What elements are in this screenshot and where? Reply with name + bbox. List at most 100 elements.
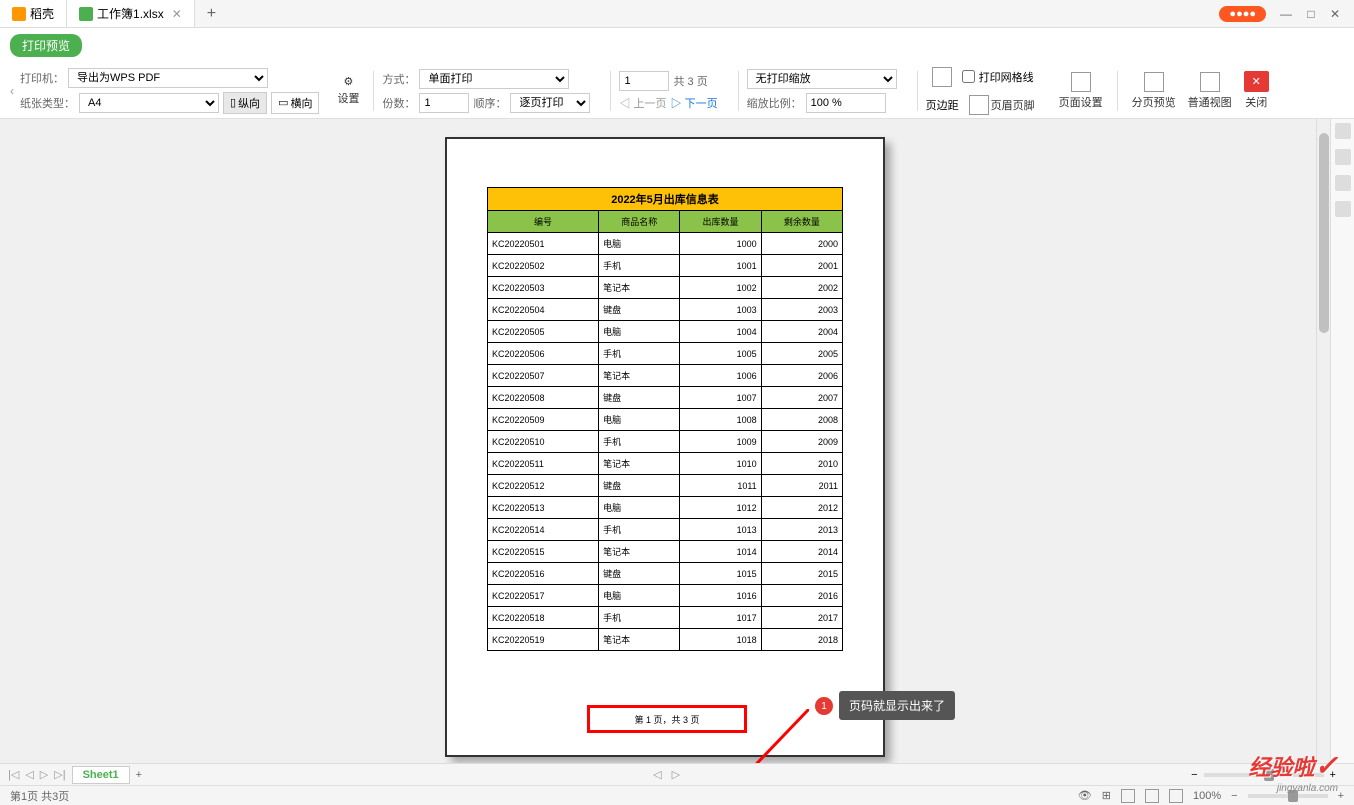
table-row: KC20220502手机10012001 <box>488 255 843 277</box>
close-preview-button[interactable]: ✕ 关闭 <box>1238 69 1275 112</box>
tabs-bar: 稻壳 工作簿1.xlsx ✕ + ●●●● — □ ✕ <box>0 0 1354 28</box>
maximize-icon[interactable]: □ <box>1301 7 1320 21</box>
view-mode-icon[interactable] <box>1121 789 1135 803</box>
zoom-out-button[interactable]: − <box>1191 769 1197 781</box>
settings-button[interactable]: ⚙ 设置 <box>331 73 365 108</box>
preview-mode-row: 打印预览 <box>0 28 1354 63</box>
normal-view-button[interactable]: 普通视图 <box>1182 70 1238 112</box>
page-break-icon <box>1144 72 1164 92</box>
page-setup-icon <box>1071 72 1091 92</box>
ratio-label: 缩放比例： <box>747 95 802 111</box>
sheet-nav-first[interactable]: |◁ <box>8 768 19 781</box>
user-badge[interactable]: ●●●● <box>1219 6 1266 22</box>
workspace: 2022年5月出库信息表 编号 商品名称 出库数量 剩余数量 KC2022050… <box>0 119 1354 763</box>
sheet-nav-prev[interactable]: ◁ <box>25 768 33 781</box>
table-row: KC20220507笔记本10062006 <box>488 365 843 387</box>
table-row: KC20220503笔记本10022002 <box>488 277 843 299</box>
watermark: 经验啦✓ <box>1249 749 1338 782</box>
table-row: KC20220518手机10172017 <box>488 607 843 629</box>
prev-page-button[interactable]: ◁ 上一页 <box>619 95 666 111</box>
minimize-icon[interactable]: — <box>1274 7 1298 21</box>
sidebar-tool-icon[interactable] <box>1335 149 1351 165</box>
sheet-tabs-bar: |◁ ◁ ▷ ▷| Sheet1 + ◁ ▷ − + <box>0 763 1354 785</box>
table-row: KC20220508键盘10072007 <box>488 387 843 409</box>
table-row: KC20220506手机10052005 <box>488 343 843 365</box>
order-select[interactable]: 逐页打印 <box>510 93 590 113</box>
view-mode-icon[interactable] <box>1169 789 1183 803</box>
tab-workbook[interactable]: 工作簿1.xlsx ✕ <box>67 0 195 27</box>
table-row: KC20220516键盘10152015 <box>488 563 843 585</box>
tab-daoke[interactable]: 稻壳 <box>0 0 67 27</box>
right-sidebar <box>1330 119 1354 763</box>
hscroll-left[interactable]: ◁ <box>649 768 665 781</box>
sidebar-tool-icon[interactable] <box>1335 201 1351 217</box>
view-mode-icon[interactable] <box>1145 789 1159 803</box>
data-table: 2022年5月出库信息表 编号 商品名称 出库数量 剩余数量 KC2022050… <box>487 187 843 651</box>
page-setup-button[interactable]: 页面设置 <box>1053 70 1109 112</box>
table-row: KC20220511笔记本10102010 <box>488 453 843 475</box>
page-number-footer: 第 1 页，共 3 页 <box>587 705 747 733</box>
table-row: KC20220513电脑10122012 <box>488 497 843 519</box>
preview-area: 2022年5月出库信息表 编号 商品名称 出库数量 剩余数量 KC2022050… <box>14 119 1316 763</box>
sheet-nav-last[interactable]: ▷| <box>54 768 65 781</box>
tab-label: 稻壳 <box>30 5 54 22</box>
printer-select[interactable]: 导出为WPS PDF <box>68 68 268 88</box>
status-zoom: 100% <box>1193 790 1221 802</box>
margins-icon <box>932 67 952 87</box>
table-row: KC20220510手机10092009 <box>488 431 843 453</box>
next-page-button[interactable]: ▷ 下一页 <box>671 95 718 111</box>
vertical-scrollbar[interactable] <box>1316 119 1330 763</box>
method-select[interactable]: 单面打印 <box>419 69 569 89</box>
sidebar-tool-icon[interactable] <box>1335 175 1351 191</box>
tab-label: 工作簿1.xlsx <box>97 5 164 22</box>
ratio-input[interactable] <box>806 93 886 113</box>
zoom-out-icon[interactable]: − <box>1231 790 1237 802</box>
landscape-button[interactable]: ▭ 横向 <box>271 92 319 114</box>
scale-select[interactable]: 无打印缩放 <box>747 69 897 89</box>
close-icon[interactable]: ✕ <box>1324 7 1346 21</box>
table-row: KC20220509电脑10082008 <box>488 409 843 431</box>
table-title: 2022年5月出库信息表 <box>488 188 843 211</box>
normal-view-icon <box>1200 72 1220 92</box>
sheet-nav-next[interactable]: ▷ <box>40 768 48 781</box>
status-page-info: 第1页 共3页 <box>10 788 69 804</box>
close-icon: ✕ <box>1244 71 1269 92</box>
tab-add-button[interactable]: + <box>195 5 228 23</box>
page-break-button[interactable]: 分页预览 <box>1126 70 1182 112</box>
annotation-badge: 1 <box>815 697 833 715</box>
view-icon[interactable]: 👁 <box>1078 789 1092 802</box>
hscroll-right[interactable]: ▷ <box>668 768 684 781</box>
table-row: KC20220512键盘10112011 <box>488 475 843 497</box>
paper-select[interactable]: A4 <box>79 93 219 113</box>
window-controls: ●●●● — □ ✕ <box>1219 6 1354 22</box>
close-icon[interactable]: ✕ <box>172 7 182 21</box>
header-footer-icon <box>969 95 989 115</box>
sidebar-tool-icon[interactable] <box>1335 123 1351 139</box>
zoom-in-icon[interactable]: + <box>1338 790 1344 802</box>
sheet-tab[interactable]: Sheet1 <box>72 766 130 784</box>
status-zoom-slider[interactable] <box>1248 794 1328 798</box>
sheet-add-button[interactable]: + <box>136 769 142 781</box>
paper-label: 纸张类型： <box>20 95 75 111</box>
page-preview: 2022年5月出库信息表 编号 商品名称 出库数量 剩余数量 KC2022050… <box>445 137 885 757</box>
app-icon <box>12 7 26 21</box>
gear-icon: ⚙ <box>344 75 354 88</box>
header-footer-button[interactable]: 页眉页脚 <box>963 93 1041 117</box>
toolbar: ‹ 打印机： 导出为WPS PDF 纸张类型： A4 ▯ 纵向 ▭ 横向 ⚙ 设… <box>0 63 1354 119</box>
method-label: 方式： <box>382 71 415 87</box>
layout-icon[interactable]: ⊞ <box>1102 789 1111 802</box>
portrait-button[interactable]: ▯ 纵向 <box>223 92 267 114</box>
gridlines-checkbox[interactable] <box>962 70 975 83</box>
scrollbar-thumb[interactable] <box>1319 133 1329 333</box>
order-label: 顺序： <box>473 95 506 111</box>
printer-label: 打印机： <box>20 70 64 86</box>
table-row: KC20220505电脑10042004 <box>488 321 843 343</box>
back-icon[interactable]: ‹ <box>10 84 14 98</box>
copies-label: 份数： <box>382 95 415 111</box>
page-input[interactable] <box>619 71 669 91</box>
copies-input[interactable] <box>419 93 469 113</box>
page-total: 共 3 页 <box>673 73 707 89</box>
table-row: KC20220519笔记本10182018 <box>488 629 843 651</box>
margins-button[interactable] <box>926 65 958 89</box>
table-row: KC20220504键盘10032003 <box>488 299 843 321</box>
